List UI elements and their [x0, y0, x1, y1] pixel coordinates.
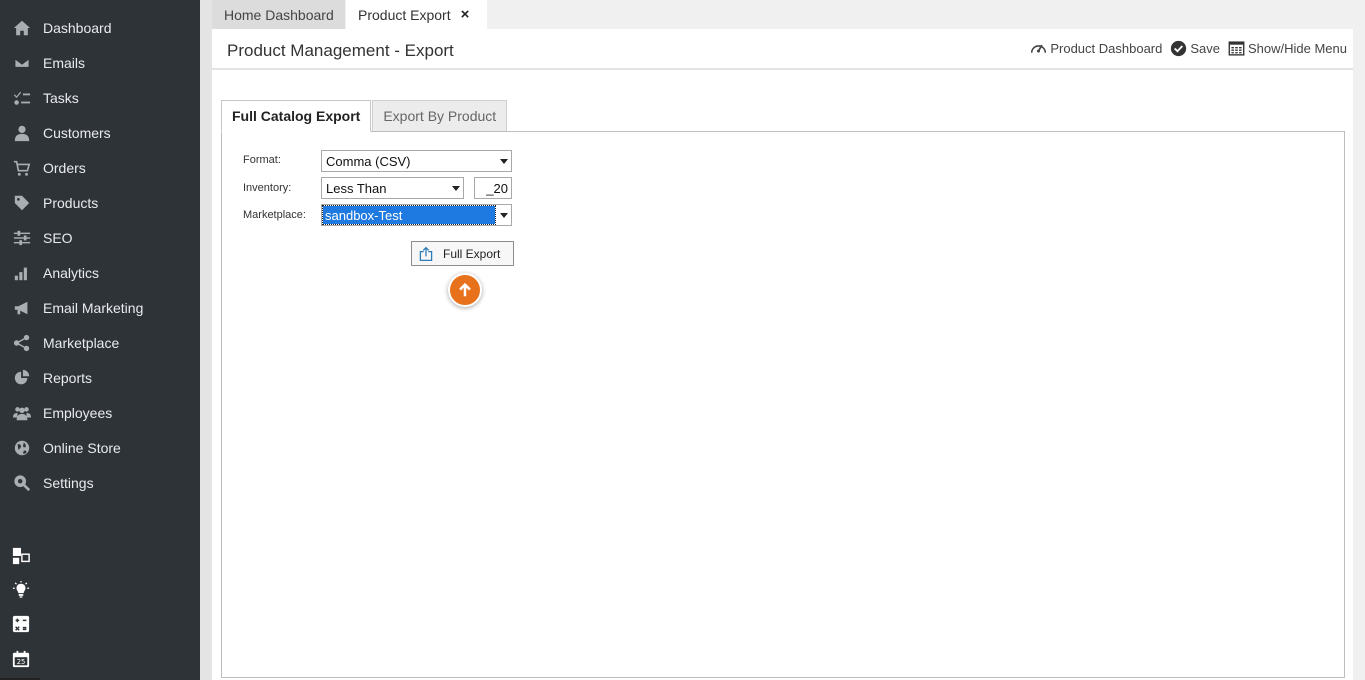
sidebar-item-label: Marketplace: [43, 334, 120, 351]
inventory-label: Inventory:: [243, 182, 292, 194]
sidebar-item-label: Orders: [43, 159, 86, 176]
sidebar-item-label: Tasks: [43, 89, 79, 106]
sidebar-item-label: Emails: [43, 54, 86, 71]
sidebar-item-analytics[interactable]: Analytics: [0, 255, 200, 290]
sidebar-item-label: Customers: [43, 124, 111, 141]
tab-label: Home Dashboard: [224, 6, 334, 23]
export-tabs: Full Catalog Export Export By Product: [221, 100, 508, 132]
sidebar-item-email-marketing[interactable]: Email Marketing: [0, 290, 200, 325]
sidebar-item-seo[interactable]: SEO: [0, 220, 200, 255]
calendar-day-text: 25: [17, 658, 26, 666]
sidebar-item-online-store[interactable]: Online Store: [0, 430, 200, 465]
globe-icon: [12, 438, 32, 458]
sidebar-item-employees[interactable]: Employees: [0, 395, 200, 430]
lightbulb-icon[interactable]: [11, 580, 31, 600]
sidebar-item-label: Dashboard: [43, 19, 112, 36]
format-select[interactable]: Comma (CSV): [321, 150, 512, 172]
format-select-value: Comma (CSV): [326, 153, 411, 169]
home-icon: [12, 18, 32, 38]
tasks-icon: [12, 88, 32, 108]
users-icon: [12, 403, 32, 423]
tab-full-catalog-export[interactable]: Full Catalog Export: [221, 100, 372, 132]
document-tab-bar: Home Dashboard Product Export ×: [212, 0, 1365, 29]
sidebar-item-emails[interactable]: Emails: [0, 45, 200, 80]
show-hide-menu-label: Show/Hide Menu: [1248, 41, 1347, 56]
calculator-icon[interactable]: [11, 614, 31, 634]
tab-export-by-product[interactable]: Export By Product: [372, 100, 508, 132]
check-circle-icon: [1171, 40, 1187, 57]
grid-menu-icon: [1228, 41, 1245, 56]
tab-label: Product Export: [358, 6, 451, 23]
speedometer-icon: [1031, 44, 1047, 53]
sidebar-item-settings[interactable]: Settings: [0, 465, 200, 500]
page-header: Product Management - Export Product Dash…: [212, 29, 1353, 70]
show-hide-menu-button[interactable]: Show/Hide Menu: [1228, 40, 1347, 57]
sidebar-item-products[interactable]: Products: [0, 185, 200, 220]
megaphone-icon: [12, 298, 32, 318]
header-actions: Product Dashboard Save Show/Hide Menu: [1030, 40, 1347, 57]
scroll-to-top-button[interactable]: [448, 273, 482, 307]
sidebar-item-label: Analytics: [43, 264, 100, 281]
windows-icon[interactable]: [11, 546, 31, 566]
inventory-quantity-input[interactable]: _20: [474, 177, 512, 199]
sidebar-item-marketplace[interactable]: Marketplace: [0, 325, 200, 360]
chevron-down-icon: [500, 213, 508, 218]
full-catalog-export-panel: Format: Comma (CSV) Inventory: Less Than…: [221, 131, 1345, 678]
sidebar-item-label: Email Marketing: [43, 299, 144, 316]
format-label: Format:: [243, 154, 281, 166]
tab-home-dashboard[interactable]: Home Dashboard: [212, 0, 345, 29]
content-gutter: [200, 0, 212, 680]
bar-chart-icon: [12, 263, 32, 283]
sidebar-item-reports[interactable]: Reports: [0, 360, 200, 395]
tag-icon: [12, 193, 32, 213]
cart-icon: [12, 158, 32, 178]
full-export-button[interactable]: Full Export: [411, 241, 514, 266]
marketplace-label: Marketplace:: [243, 209, 306, 221]
main-content: Product Management - Export Product Dash…: [212, 29, 1353, 680]
product-dashboard-button[interactable]: Product Dashboard: [1030, 40, 1162, 57]
user-icon: [12, 123, 32, 143]
full-export-label: Full Export: [443, 246, 501, 261]
gear-search-icon: [12, 473, 32, 493]
sidebar-item-tasks[interactable]: Tasks: [0, 80, 200, 115]
sidebar-item-label: Employees: [43, 404, 113, 421]
product-dashboard-label: Product Dashboard: [1050, 41, 1163, 56]
pie-chart-icon: [12, 368, 32, 388]
marketplace-select[interactable]: sandbox-Test: [321, 204, 512, 226]
sidebar: Dashboard Emails Tasks Customers Orders …: [0, 0, 200, 680]
calendar-icon[interactable]: 25: [11, 649, 31, 669]
save-button[interactable]: Save: [1170, 40, 1220, 57]
marketplace-select-value: sandbox-Test: [322, 205, 496, 225]
chevron-down-icon: [500, 159, 508, 164]
inventory-operator-value: Less Than: [326, 180, 387, 196]
sidebar-item-label: Settings: [43, 474, 94, 491]
envelope-icon: [12, 53, 32, 73]
sidebar-item-label: SEO: [43, 229, 73, 246]
sidebar-item-dashboard[interactable]: Dashboard: [0, 10, 200, 45]
tab-product-export[interactable]: Product Export ×: [346, 0, 487, 29]
arrow-up-icon: [459, 282, 471, 297]
sidebar-item-label: Products: [43, 194, 99, 211]
page-title: Product Management - Export: [227, 41, 454, 60]
inventory-operator-select[interactable]: Less Than: [321, 177, 464, 199]
sidebar-item-customers[interactable]: Customers: [0, 115, 200, 150]
share-icon: [12, 333, 32, 353]
save-label: Save: [1190, 41, 1220, 56]
sidebar-item-label: Online Store: [43, 439, 121, 456]
chevron-down-icon: [452, 186, 460, 191]
upload-share-icon: [419, 246, 433, 261]
sidebar-item-orders[interactable]: Orders: [0, 150, 200, 185]
sidebar-item-label: Reports: [43, 369, 93, 386]
sliders-icon: [12, 228, 32, 248]
close-icon[interactable]: ×: [461, 6, 470, 23]
page-scrollbar-track[interactable]: [1353, 29, 1365, 680]
